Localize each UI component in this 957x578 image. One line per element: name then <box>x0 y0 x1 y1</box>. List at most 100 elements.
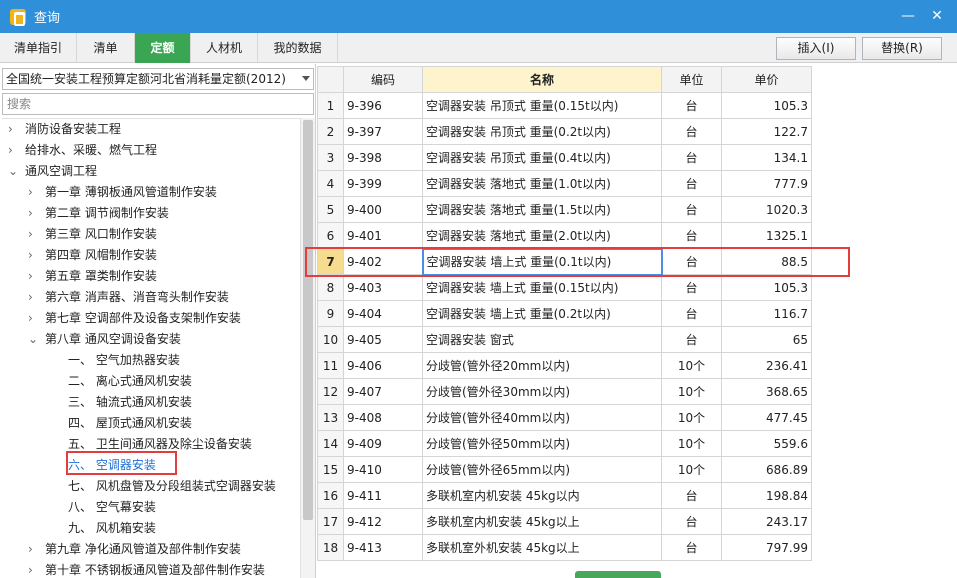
tab-my-data[interactable]: 我的数据 <box>258 33 338 63</box>
col-header-unit[interactable]: 单位 <box>661 66 722 93</box>
row-index[interactable]: 8 <box>317 274 344 301</box>
tree-item[interactable]: › 第四章 风帽制作安装 <box>2 245 300 266</box>
chevron-down-icon[interactable]: ⌄ <box>8 161 18 182</box>
code-cell[interactable]: 9-410 <box>343 456 423 483</box>
unit-cell[interactable]: 10个 <box>661 378 722 405</box>
tree-item[interactable]: › 第三章 风口制作安装 <box>2 224 300 245</box>
tree-item[interactable]: › 第二章 调节阀制作安装 <box>2 203 300 224</box>
tree-item[interactable]: 七、 风机盘管及分段组装式空调器安装 <box>2 476 300 497</box>
unit-cell[interactable]: 10个 <box>661 430 722 457</box>
name-cell[interactable]: 空调器安装 墙上式 重量(0.15t以内) <box>422 274 662 301</box>
unit-cell[interactable]: 台 <box>661 508 722 535</box>
price-cell[interactable]: 116.7 <box>721 300 812 327</box>
chevron-right-icon[interactable]: › <box>28 539 38 560</box>
tree-scrollbar[interactable] <box>300 118 315 578</box>
tree-item[interactable]: 四、 屋顶式通风机安装 <box>2 413 300 434</box>
code-cell[interactable]: 9-398 <box>343 144 423 171</box>
name-cell[interactable]: 空调器安装 落地式 重量(2.0t以内) <box>422 222 662 249</box>
row-index[interactable]: 11 <box>317 352 344 379</box>
chevron-right-icon[interactable]: › <box>28 560 38 578</box>
chevron-right-icon[interactable]: › <box>28 182 38 203</box>
table-row[interactable]: 1 9-396 空调器安装 吊顶式 重量(0.15t以内) 台 105.3 <box>317 92 812 119</box>
tree-item[interactable]: › 第九章 净化通风管道及部件制作安装 <box>2 539 300 560</box>
table-row[interactable]: 15 9-410 分歧管(管外径65mm以内) 10个 686.89 <box>317 456 812 483</box>
price-cell[interactable]: 134.1 <box>721 144 812 171</box>
name-cell[interactable]: 分歧管(管外径30mm以内) <box>422 378 662 405</box>
col-header-name[interactable]: 名称 <box>422 66 662 93</box>
name-cell[interactable]: 分歧管(管外径40mm以内) <box>422 404 662 431</box>
replace-button[interactable]: 替换(R) <box>862 37 942 60</box>
price-cell[interactable]: 559.6 <box>721 430 812 457</box>
name-cell[interactable]: 多联机室外机安装 45kg以上 <box>422 534 662 561</box>
table-row[interactable]: 2 9-397 空调器安装 吊顶式 重量(0.2t以内) 台 122.7 <box>317 118 812 145</box>
name-cell[interactable]: 空调器安装 落地式 重量(1.0t以内) <box>422 170 662 197</box>
code-cell[interactable]: 9-403 <box>343 274 423 301</box>
code-cell[interactable]: 9-412 <box>343 508 423 535</box>
code-cell[interactable]: 9-404 <box>343 300 423 327</box>
table-row[interactable]: 10 9-405 空调器安装 窗式台 65 <box>317 326 812 353</box>
table-row[interactable]: 5 9-400 空调器安装 落地式 重量(1.5t以内) 台 1020.3 <box>317 196 812 223</box>
tree-item[interactable]: 三、 轴流式通风机安装 <box>2 392 300 413</box>
unit-cell[interactable]: 台 <box>661 482 722 509</box>
table-row[interactable]: 11 9-406 分歧管(管外径20mm以内) 10个 236.41 <box>317 352 812 379</box>
row-index[interactable]: 6 <box>317 222 344 249</box>
name-cell[interactable]: 空调器安装 落地式 重量(1.5t以内) <box>422 196 662 223</box>
price-cell[interactable]: 198.84 <box>721 482 812 509</box>
close-icon[interactable]: ✕ <box>927 7 947 25</box>
code-cell[interactable]: 9-407 <box>343 378 423 405</box>
col-header-code[interactable]: 编码 <box>343 66 423 93</box>
chevron-down-icon[interactable]: ⌄ <box>28 329 38 350</box>
tab-quota[interactable]: 定额 <box>135 33 191 63</box>
chevron-right-icon[interactable]: › <box>28 266 38 287</box>
code-cell[interactable]: 9-400 <box>343 196 423 223</box>
row-index[interactable]: 15 <box>317 456 344 483</box>
tree-item[interactable]: 二、 离心式通风机安装 <box>2 371 300 392</box>
price-cell[interactable]: 368.65 <box>721 378 812 405</box>
tree-item[interactable]: 八、 空气幕安装 <box>2 497 300 518</box>
search-input[interactable] <box>2 93 314 115</box>
name-cell[interactable]: 空调器安装 吊顶式 重量(0.4t以内) <box>422 144 662 171</box>
unit-cell[interactable]: 台 <box>661 170 722 197</box>
row-index[interactable]: 14 <box>317 430 344 457</box>
price-cell[interactable]: 105.3 <box>721 274 812 301</box>
name-cell[interactable]: 多联机室内机安装 45kg以上 <box>422 508 662 535</box>
code-cell[interactable]: 9-399 <box>343 170 423 197</box>
price-cell[interactable]: 1325.1 <box>721 222 812 249</box>
price-cell[interactable]: 686.89 <box>721 456 812 483</box>
unit-cell[interactable]: 台 <box>661 118 722 145</box>
name-cell[interactable]: 分歧管(管外径50mm以内) <box>422 430 662 457</box>
row-index[interactable]: 17 <box>317 508 344 535</box>
price-cell[interactable]: 477.45 <box>721 404 812 431</box>
chevron-right-icon[interactable]: › <box>28 224 38 245</box>
row-index[interactable]: 9 <box>317 300 344 327</box>
price-cell[interactable]: 243.17 <box>721 508 812 535</box>
table-row[interactable]: 9 9-404 空调器安装 墙上式 重量(0.2t以内) 台 116.7 <box>317 300 812 327</box>
unit-cell[interactable]: 10个 <box>661 456 722 483</box>
table-row[interactable]: 16 9-411 多联机室内机安装 45kg以内台 198.84 <box>317 482 812 509</box>
name-cell[interactable]: 分歧管(管外径65mm以内) <box>422 456 662 483</box>
row-index[interactable]: 10 <box>317 326 344 353</box>
row-index[interactable]: 1 <box>317 92 344 119</box>
table-row[interactable]: 4 9-399 空调器安装 落地式 重量(1.0t以内) 台 777.9 <box>317 170 812 197</box>
panel-collapse-handle[interactable] <box>575 571 661 578</box>
minimize-icon[interactable]: — <box>898 7 918 25</box>
table-row[interactable]: 13 9-408 分歧管(管外径40mm以内) 10个 477.45 <box>317 404 812 431</box>
name-cell[interactable]: 多联机室内机安装 45kg以内 <box>422 482 662 509</box>
price-cell[interactable]: 105.3 <box>721 92 812 119</box>
code-cell[interactable]: 9-405 <box>343 326 423 353</box>
table-row[interactable]: 18 9-413 多联机室外机安装 45kg以上台 797.99 <box>317 534 812 561</box>
tree-scrollbar-thumb[interactable] <box>303 120 313 520</box>
code-cell[interactable]: 9-408 <box>343 404 423 431</box>
chevron-right-icon[interactable]: › <box>28 203 38 224</box>
code-cell[interactable]: 9-411 <box>343 482 423 509</box>
tree-item[interactable]: ⌄ 第八章 通风空调设备安装 <box>2 329 300 350</box>
code-cell[interactable]: 9-401 <box>343 222 423 249</box>
row-index[interactable]: 18 <box>317 534 344 561</box>
name-cell[interactable]: 空调器安装 窗式 <box>422 326 662 353</box>
table-row[interactable]: 3 9-398 空调器安装 吊顶式 重量(0.4t以内) 台 134.1 <box>317 144 812 171</box>
price-cell[interactable]: 777.9 <box>721 170 812 197</box>
table-row[interactable]: 17 9-412 多联机室内机安装 45kg以上台 243.17 <box>317 508 812 535</box>
tree-item[interactable]: › 第一章 薄钢板通风管道制作安装 <box>2 182 300 203</box>
row-index[interactable]: 4 <box>317 170 344 197</box>
table-row[interactable]: 8 9-403 空调器安装 墙上式 重量(0.15t以内) 台 105.3 <box>317 274 812 301</box>
